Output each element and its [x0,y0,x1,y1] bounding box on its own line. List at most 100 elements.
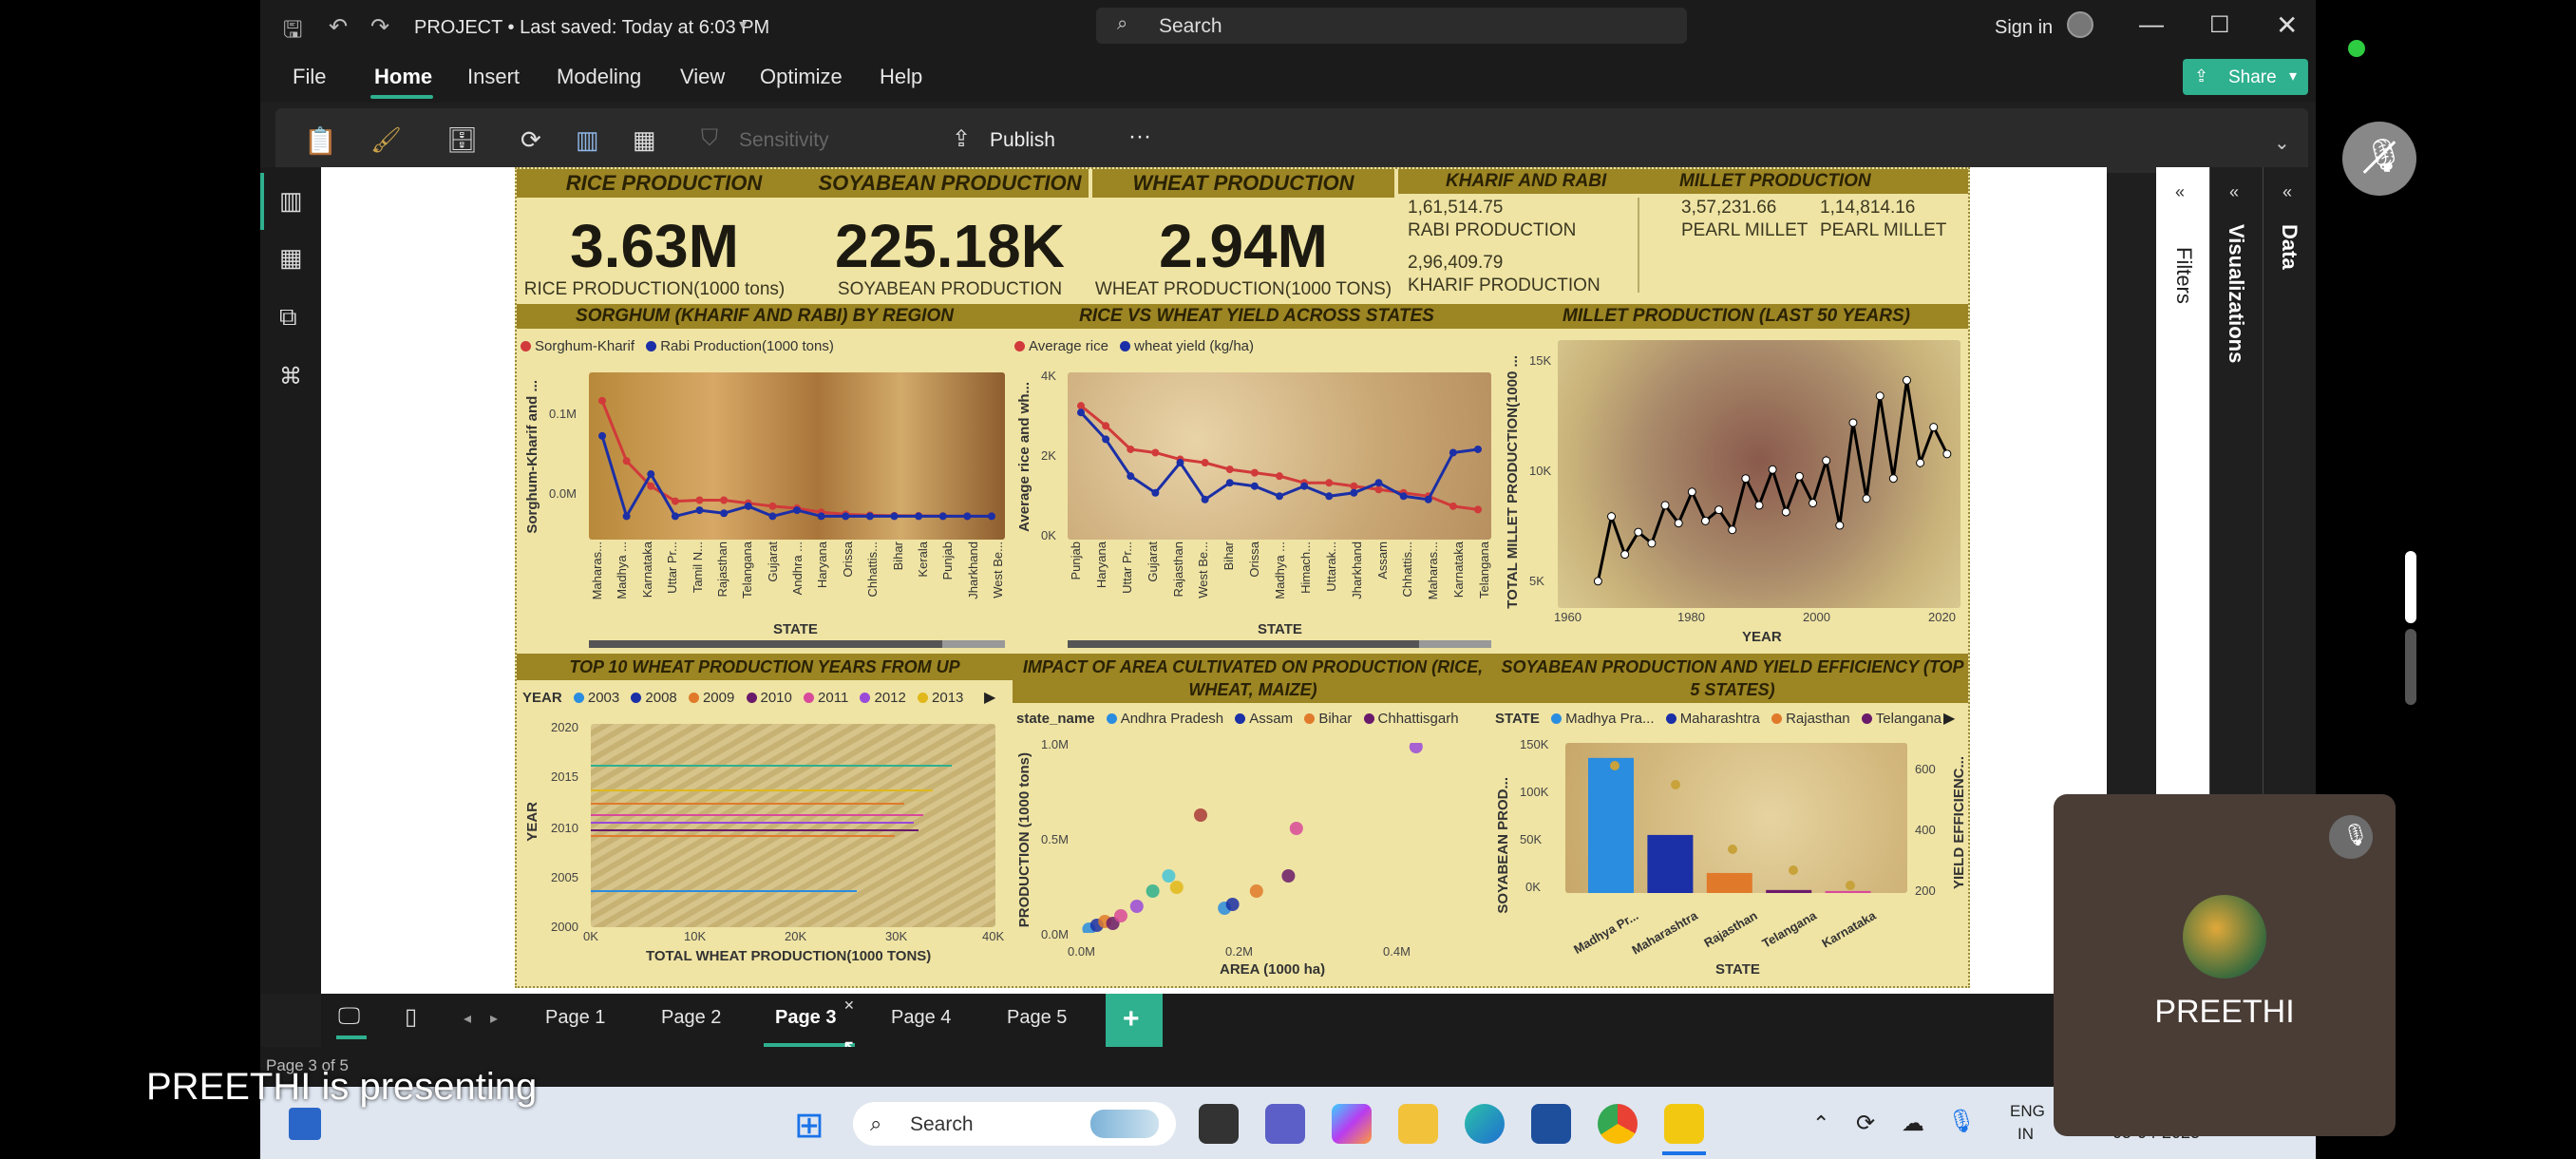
prev-page-icon[interactable]: ◂ [464,1009,471,1028]
power-bi-icon[interactable] [1664,1104,1704,1144]
widgets-icon[interactable] [289,1108,321,1140]
ricewheat-legend: Average rice wheat yield (kg/ha) [1014,338,1254,354]
wheat-xtick-1: 0K [583,929,598,943]
maximize-icon[interactable]: ☐ [2209,11,2230,39]
legend-dot-blue [1120,341,1131,352]
copilot-icon[interactable] [1332,1104,1372,1144]
sorghum-xaxis: Maharas... Madhya ... Karnataka Uttar Pr...… [589,542,1005,616]
language-in[interactable]: IN [2017,1125,2034,1144]
menu-home[interactable]: Home [374,65,432,89]
refresh-icon[interactable]: ⟳ [521,125,541,155]
scatter-point [1409,743,1423,753]
tab-page-3[interactable]: Page 3 [775,1007,836,1029]
sensitivity-button[interactable]: Sensitivity [739,129,829,152]
mobile-layout-icon[interactable]: ▯ [405,1003,417,1031]
millet-data-point [1768,465,1777,474]
more-options-button[interactable]: ··· [1128,124,1151,150]
millet-data-point [1687,487,1696,497]
search-box[interactable]: ⌕ Search [1096,8,1687,44]
new-visual-icon[interactable]: ▥ [576,125,599,155]
save-icon[interactable]: 🖫 [283,13,302,52]
undo-icon[interactable]: ↶ [329,13,348,41]
paste-icon[interactable]: 📋 [304,125,337,157]
soy-legend: STATE Madhya Pra... Maharashtra Rajastha… [1495,711,1941,727]
add-page-button[interactable]: + [1106,994,1163,1047]
collapse-ribbon-icon[interactable]: ⌄ [2274,131,2290,155]
table-view-icon[interactable]: ▦ [279,243,303,273]
impact-xtick-1: 0.0M [1068,944,1095,959]
teams-icon[interactable] [1265,1104,1305,1144]
legend-next-icon[interactable]: ▶ [984,688,995,707]
wheat-xtick-5: 40K [982,929,1005,943]
data-point [1399,492,1408,501]
chevron-down-icon[interactable]: ▾ [739,15,747,34]
windows-start-icon[interactable]: ⊞ [794,1104,824,1147]
store-icon[interactable] [1531,1104,1571,1144]
edge-icon[interactable] [1465,1104,1505,1144]
minimize-icon[interactable]: — [2139,10,2164,39]
sorghum-scrollbar[interactable] [589,640,942,648]
sign-in-link[interactable]: Sign in [1995,17,2053,39]
chrome-icon[interactable] [1598,1104,1638,1144]
share-button[interactable]: ⇪ Share ▾ [2183,59,2308,95]
ricewheat-scrollbar-thumb[interactable] [1419,640,1491,648]
ricewheat-scrollbar[interactable] [1068,640,1419,648]
legend-dot [1665,713,1676,724]
menu-file[interactable]: File [293,65,326,89]
scroll-handle[interactable] [2405,551,2416,623]
data-point [1077,408,1085,417]
millet-data-point [1620,550,1630,560]
calculator-icon[interactable]: ▦ [633,125,656,155]
next-page-icon[interactable]: ▸ [490,1009,498,1028]
share-icon: ⇪ [2194,66,2209,86]
close-tab-icon[interactable]: ✕ [843,998,855,1014]
menu-help[interactable]: Help [880,65,922,89]
menu-optimize[interactable]: Optimize [760,65,843,89]
sorghum-ytick-1: 0.1M [549,407,577,421]
active-menu-indicator [370,95,433,99]
file-explorer-icon[interactable] [1398,1104,1438,1144]
project-title[interactable]: PROJECT • Last saved: Today at 6:03 PM [414,17,769,39]
sorghum-scrollbar-thumb[interactable] [942,640,1005,648]
tab-page-1[interactable]: Page 1 [545,1007,605,1029]
expand-data-icon[interactable]: « [2282,182,2292,202]
rice-kpi-label: RICE PRODUCTION(1000 tons) [523,279,786,299]
presenter-name: PREETHI [2154,994,2295,1030]
sync-icon[interactable]: ⟳ [1856,1110,1875,1137]
data-point [842,512,850,521]
scatter-point [1225,898,1240,911]
impact-title: IMPACT OF AREA CULTIVATED ON PRODUCTION … [1013,654,1493,703]
data-point [768,502,777,510]
menu-view[interactable]: View [680,65,725,89]
menu-insert[interactable]: Insert [467,65,520,89]
report-view-icon[interactable]: ▥ [279,186,303,216]
language-eng[interactable]: ENG [2010,1102,2045,1121]
format-painter-icon[interactable]: 🖌 [370,125,402,155]
millet-data-point [1741,474,1751,484]
close-icon[interactable]: ✕ [2276,10,2298,41]
wheat-xtick-2: 10K [684,929,707,943]
task-view-icon[interactable] [1199,1104,1239,1144]
get-data-icon[interactable]: 🗄 [446,125,478,155]
redo-icon[interactable]: ↷ [370,13,389,41]
cloud-icon[interactable]: ☁ [1902,1110,1924,1137]
mic-muted-button[interactable]: 🎙 [2342,122,2416,196]
tray-chevron-icon[interactable]: ⌃ [1812,1112,1829,1136]
legend-next-icon[interactable]: ▶ [1943,709,1955,728]
taskbar-search[interactable]: ⌕ Search [853,1102,1176,1146]
expand-filters-icon[interactable]: « [2175,182,2185,202]
tab-page-4[interactable]: Page 4 [891,1007,951,1029]
microphone-icon[interactable]: 🎙 [1947,1108,1976,1135]
soy-bar [1588,757,1634,893]
model-view-icon[interactable]: ⧉ [279,302,297,332]
expand-visualizations-icon[interactable]: « [2229,182,2239,202]
menu-modeling[interactable]: Modeling [557,65,641,89]
tab-page-5[interactable]: Page 5 [1007,1007,1067,1029]
dax-query-icon[interactable]: ⌘ [279,363,302,390]
publish-button[interactable]: Publish [990,129,1055,152]
user-avatar-icon[interactable] [2067,11,2093,38]
desktop-layout-icon[interactable]: 🖵 [338,1003,360,1030]
presenter-avatar [2183,895,2266,978]
recording-status-icon [2348,40,2365,57]
tab-page-2[interactable]: Page 2 [661,1007,721,1029]
